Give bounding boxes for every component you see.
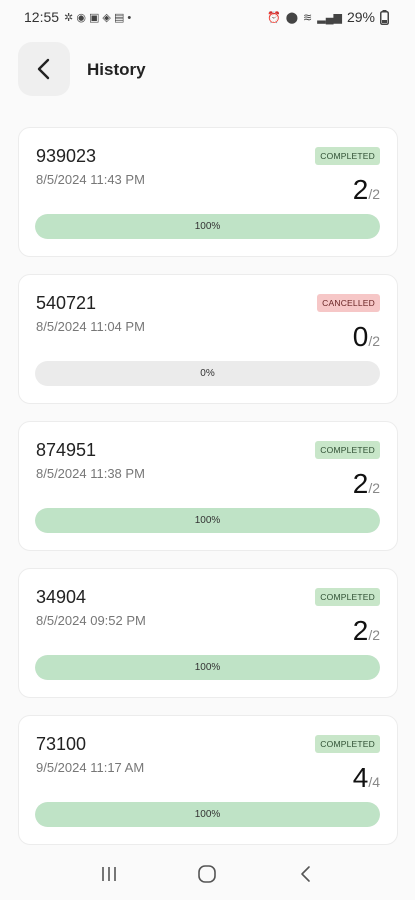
item-count: 2/2 xyxy=(353,468,380,500)
items-done: 4 xyxy=(352,762,369,793)
item-count: 2/2 xyxy=(353,174,380,206)
items-total: 2 xyxy=(372,186,380,202)
items-done: 2 xyxy=(352,468,369,499)
items-total: 2 xyxy=(372,480,380,496)
order-card[interactable]: 34904 8/5/2024 09:52 PM COMPLETED 2/2 100% xyxy=(18,568,398,698)
progress-bar: 100% xyxy=(35,214,380,239)
status-time: 12:55 xyxy=(24,9,60,25)
item-count: 4/4 xyxy=(353,762,380,794)
back-button[interactable] xyxy=(18,42,70,96)
status-badge: COMPLETED xyxy=(315,441,380,459)
nav-back-button[interactable] xyxy=(286,854,326,894)
battery-icon xyxy=(380,9,389,25)
item-count: 2/2 xyxy=(353,615,380,647)
progress-label: 100% xyxy=(194,221,221,232)
order-card[interactable]: 939023 8/5/2024 11:43 PM COMPLETED 2/2 100% xyxy=(18,127,398,257)
order-date: 8/5/2024 11:43 PM xyxy=(36,172,145,187)
navigation-bar xyxy=(0,848,415,900)
order-id: 34904 xyxy=(36,587,87,607)
items-done: 2 xyxy=(352,615,369,646)
order-date: 8/5/2024 11:04 PM xyxy=(36,319,145,334)
notification-icons: ✲ ◉ ▣ ◈ ▤ • xyxy=(64,11,132,24)
order-date: 8/5/2024 09:52 PM xyxy=(36,613,146,628)
items-total: 4 xyxy=(372,774,380,790)
progress-label: 100% xyxy=(194,809,221,820)
history-list: 939023 8/5/2024 11:43 PM COMPLETED 2/2 100% 5… xyxy=(18,127,398,862)
order-id: 73100 xyxy=(36,734,87,754)
progress-bar: 100% xyxy=(35,508,380,533)
status-left: 12:55 ✲ ◉ ▣ ◈ ▤ • xyxy=(24,9,131,25)
home-icon xyxy=(198,865,217,883)
recents-button[interactable] xyxy=(89,854,129,894)
battery-level: 29% xyxy=(346,9,375,25)
order-id: 540721 xyxy=(36,293,97,313)
item-count: 0/2 xyxy=(353,321,380,353)
progress-label: 100% xyxy=(194,515,221,526)
items-total: 2 xyxy=(372,333,380,349)
status-bar: 12:55 ✲ ◉ ▣ ◈ ▤ • ⏰ ⬤ ≋ ▂▄▆ 29% xyxy=(0,0,415,34)
status-badge: COMPLETED xyxy=(315,147,380,165)
status-badge: CANCELLED xyxy=(317,294,380,312)
wifi-icon: ≋ xyxy=(303,11,313,24)
progress-bar: 100% xyxy=(35,655,380,680)
order-id: 939023 xyxy=(36,146,97,166)
items-total: 2 xyxy=(372,627,380,643)
order-date: 8/5/2024 11:38 PM xyxy=(36,466,145,481)
header: History xyxy=(0,42,415,98)
status-badge: COMPLETED xyxy=(315,735,380,753)
order-card[interactable]: 540721 8/5/2024 11:04 PM CANCELLED 0/2 0% xyxy=(18,274,398,404)
home-button[interactable] xyxy=(187,854,227,894)
recents-icon xyxy=(102,867,116,881)
back-icon xyxy=(301,866,310,882)
progress-bar: 100% xyxy=(35,802,380,827)
status-badge: COMPLETED xyxy=(315,588,380,606)
status-right: ⏰ ⬤ ≋ ▂▄▆ 29% xyxy=(267,9,389,25)
order-date: 9/5/2024 11:17 AM xyxy=(36,760,145,775)
order-card[interactable]: 874951 8/5/2024 11:38 PM COMPLETED 2/2 100% xyxy=(18,421,398,551)
items-done: 2 xyxy=(352,174,369,205)
items-done: 0 xyxy=(352,321,369,352)
order-id: 874951 xyxy=(36,440,97,460)
progress-label: 100% xyxy=(194,662,221,673)
location-icon: ⬤ xyxy=(285,11,299,24)
chevron-left-icon xyxy=(37,58,50,80)
page-title: History xyxy=(87,60,146,79)
signal-icon: ▂▄▆ xyxy=(317,11,342,24)
order-card[interactable]: 73100 9/5/2024 11:17 AM COMPLETED 4/4 100% xyxy=(18,715,398,845)
alarm-icon: ⏰ xyxy=(267,11,281,24)
progress-label: 0% xyxy=(200,368,215,379)
progress-bar: 0% xyxy=(35,361,380,386)
